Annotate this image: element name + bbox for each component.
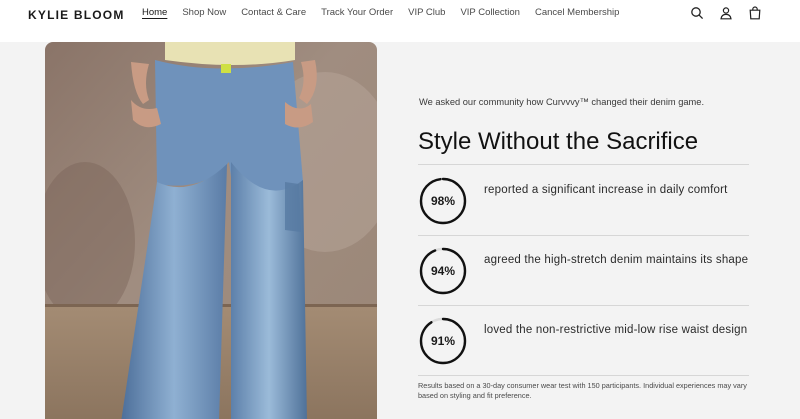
cart-icon[interactable] — [748, 6, 762, 20]
divider — [418, 235, 749, 236]
brand-logo[interactable]: KYLIE BLOOM — [28, 8, 125, 22]
nav-track-order[interactable]: Track Your Order — [321, 7, 393, 20]
stat-percent: 94% — [430, 264, 456, 278]
nav-home[interactable]: Home — [142, 7, 167, 20]
progress-ring: 91% — [418, 316, 468, 366]
stat-item: 94% agreed the high-stretch denim mainta… — [418, 242, 749, 298]
stat-percent: 91% — [430, 334, 456, 348]
stat-item: 91% loved the non-restrictive mid-low ri… — [418, 312, 749, 368]
disclaimer-text: Results based on a 30-day consumer wear … — [418, 381, 747, 400]
divider — [418, 305, 749, 306]
stat-percent: 98% — [430, 194, 456, 208]
divider — [418, 375, 749, 376]
nav-shop-now[interactable]: Shop Now — [182, 7, 226, 20]
nav-contact-care[interactable]: Contact & Care — [241, 7, 306, 20]
nav-cancel-membership[interactable]: Cancel Membership — [535, 7, 619, 20]
stat-text: reported a significant increase in daily… — [484, 184, 728, 196]
account-icon[interactable] — [719, 6, 733, 20]
header-icons — [690, 6, 762, 20]
stat-item: 98% reported a significant increase in d… — [418, 172, 749, 228]
site-header: KYLIE BLOOM Home Shop Now Contact & Care… — [0, 0, 800, 42]
stat-text: loved the non-restrictive mid-low rise w… — [484, 324, 748, 336]
search-icon[interactable] — [690, 6, 704, 20]
jeans-model-photo — [45, 42, 377, 419]
intro-text: We asked our community how Curvvvy™ chan… — [419, 97, 705, 107]
nav-vip-club[interactable]: VIP Club — [408, 7, 445, 20]
progress-ring: 98% — [418, 176, 468, 226]
nav-vip-collection[interactable]: VIP Collection — [460, 7, 520, 20]
main-nav: Home Shop Now Contact & Care Track Your … — [142, 7, 634, 20]
stat-text: agreed the high-stretch denim maintains … — [484, 254, 749, 266]
divider — [418, 164, 749, 165]
section-title: Style Without the Sacrifice — [418, 128, 699, 155]
progress-ring: 94% — [418, 246, 468, 296]
